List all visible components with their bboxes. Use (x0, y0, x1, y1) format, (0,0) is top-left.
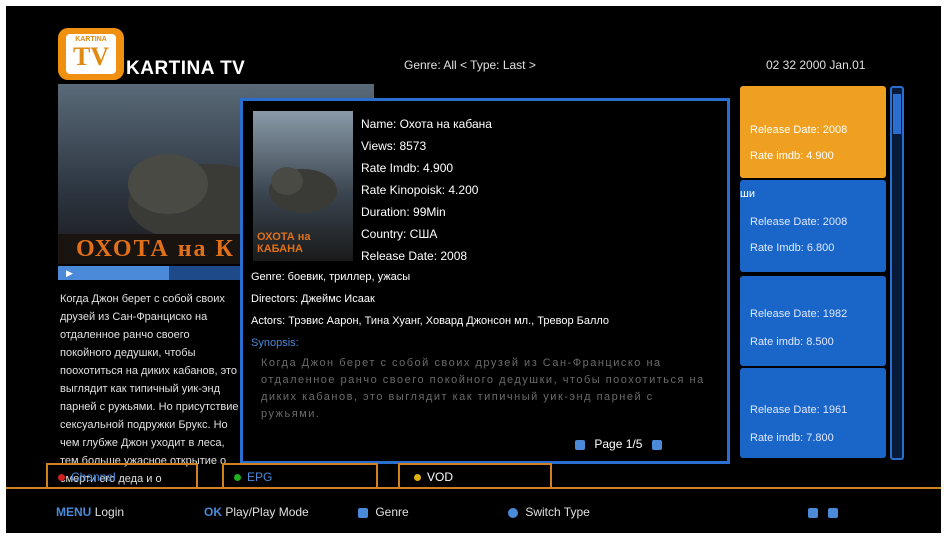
movie-directors: Directors: Джеймс Исаак (251, 293, 375, 305)
ok-hint[interactable]: OK Play/Play Mode (204, 505, 309, 519)
movie-views: Views: 8573 (361, 139, 427, 153)
genre-type-filter[interactable]: Genre: All < Type: Last > (404, 58, 536, 72)
synopsis-text: Когда Джон берет с собой своих друзей из… (261, 357, 705, 420)
genre-hint[interactable]: Genre (358, 505, 409, 519)
list-item-release: Release Date: 1982 (750, 308, 848, 320)
tab-channel[interactable]: Channel (46, 463, 198, 487)
synopsis-label: Synopsis: (251, 337, 299, 349)
pagination[interactable]: Page 1/5 (575, 437, 662, 451)
movie-actors: Actors: Трэвис Аарон, Тина Хуанг, Ховард… (251, 315, 610, 327)
list-item-rate: Rate imdb: 4.900 (750, 150, 834, 162)
movie-info-dialog: ОХОТА на КАБАНА Name: Охота на кабана Vi… (240, 98, 730, 464)
tab-epg[interactable]: EPG (222, 463, 378, 487)
preview-description: Когда Джон берет с собой своих друзей из… (60, 293, 239, 485)
switch-type-hint[interactable]: Switch Type (508, 505, 590, 519)
yellow-dot-icon (414, 474, 421, 482)
switch-type-label: Switch Type (525, 505, 590, 519)
movie-country: Country: США (361, 227, 438, 241)
logo-tv-text: TV (72, 42, 110, 71)
ok-label: Play/Play Mode (225, 505, 309, 519)
movie-duration: Duration: 99Min (361, 205, 446, 219)
tab-vod[interactable]: VOD (398, 463, 552, 487)
list-item[interactable]: Release Date: 1982 Rate imdb: 8.500 (740, 276, 886, 366)
list-item-release: Release Date: 1961 (750, 404, 848, 416)
movie-release-date: Release Date: 2008 (361, 249, 468, 263)
genre-label: Genre (375, 505, 409, 519)
preview-progress-fill (58, 266, 169, 280)
arrows-icon (508, 507, 518, 518)
search-icon[interactable] (808, 505, 818, 519)
clock: 02 32 2000 Jan.01 (766, 58, 866, 72)
movie-genre: Genre: боевик, триллер, ужасы (251, 271, 411, 283)
tab-channel-label: Channel (71, 470, 116, 484)
dialog-poster-title: ОХОТА на КАБАНА (257, 231, 311, 255)
bottom-hint-bar: MENU Login OK Play/Play Mode Genre Switc… (6, 489, 941, 533)
list-scrollbar[interactable] (890, 86, 904, 460)
brand-title: KARTINA TV (126, 58, 246, 79)
green-dot-icon (234, 474, 241, 482)
preview-poster-title: ОХОТА на К (76, 236, 235, 262)
ok-key: OK (204, 505, 222, 519)
kartina-logo: KARTINA TV (58, 28, 124, 80)
list-item-release: Release Date: 2008 (750, 216, 848, 228)
list-item[interactable]: ши Release Date: 2008 Rate Imdb: 6.800 (740, 180, 886, 272)
play-icon[interactable]: ▶ (66, 268, 73, 279)
scrollbar-thumb[interactable] (893, 94, 901, 134)
tab-vod-label: VOD (427, 470, 454, 484)
page-indicator: Page 1/5 (594, 437, 643, 451)
menu-key: MENU (56, 505, 92, 519)
list-item-release: Release Date: 2008 (750, 124, 848, 136)
list-item-rate: Rate imdb: 7.800 (750, 432, 834, 444)
list-item-rate: Rate imdb: 8.500 (750, 336, 834, 348)
dialog-poster: ОХОТА на КАБАНА (253, 111, 353, 261)
list-item-title: ши (740, 188, 755, 200)
page-next-icon[interactable] (651, 439, 662, 450)
list-item[interactable]: Release Date: 2008 Rate imdb: 4.900 (740, 86, 886, 178)
list-item-rate: Rate Imdb: 6.800 (750, 242, 835, 254)
tv-screen: KARTINA TV KARTINA TV Genre: All < Type:… (6, 6, 941, 533)
menu-hint[interactable]: MENU Login (56, 505, 124, 519)
movie-rate-imdb: Rate Imdb: 4.900 (361, 161, 454, 175)
red-dot-icon (58, 474, 65, 482)
movie-name: Name: Охота на кабана (361, 117, 492, 131)
menu-label: Login (94, 505, 125, 519)
folder-icon (358, 507, 368, 518)
tab-epg-label: EPG (247, 470, 273, 484)
list-item[interactable]: Release Date: 1961 Rate imdb: 7.800 (740, 368, 886, 458)
movie-rate-kinopoisk: Rate Kinopoisk: 4.200 (361, 183, 479, 197)
info-icon[interactable] (828, 505, 838, 519)
page-prev-icon[interactable] (575, 439, 585, 450)
